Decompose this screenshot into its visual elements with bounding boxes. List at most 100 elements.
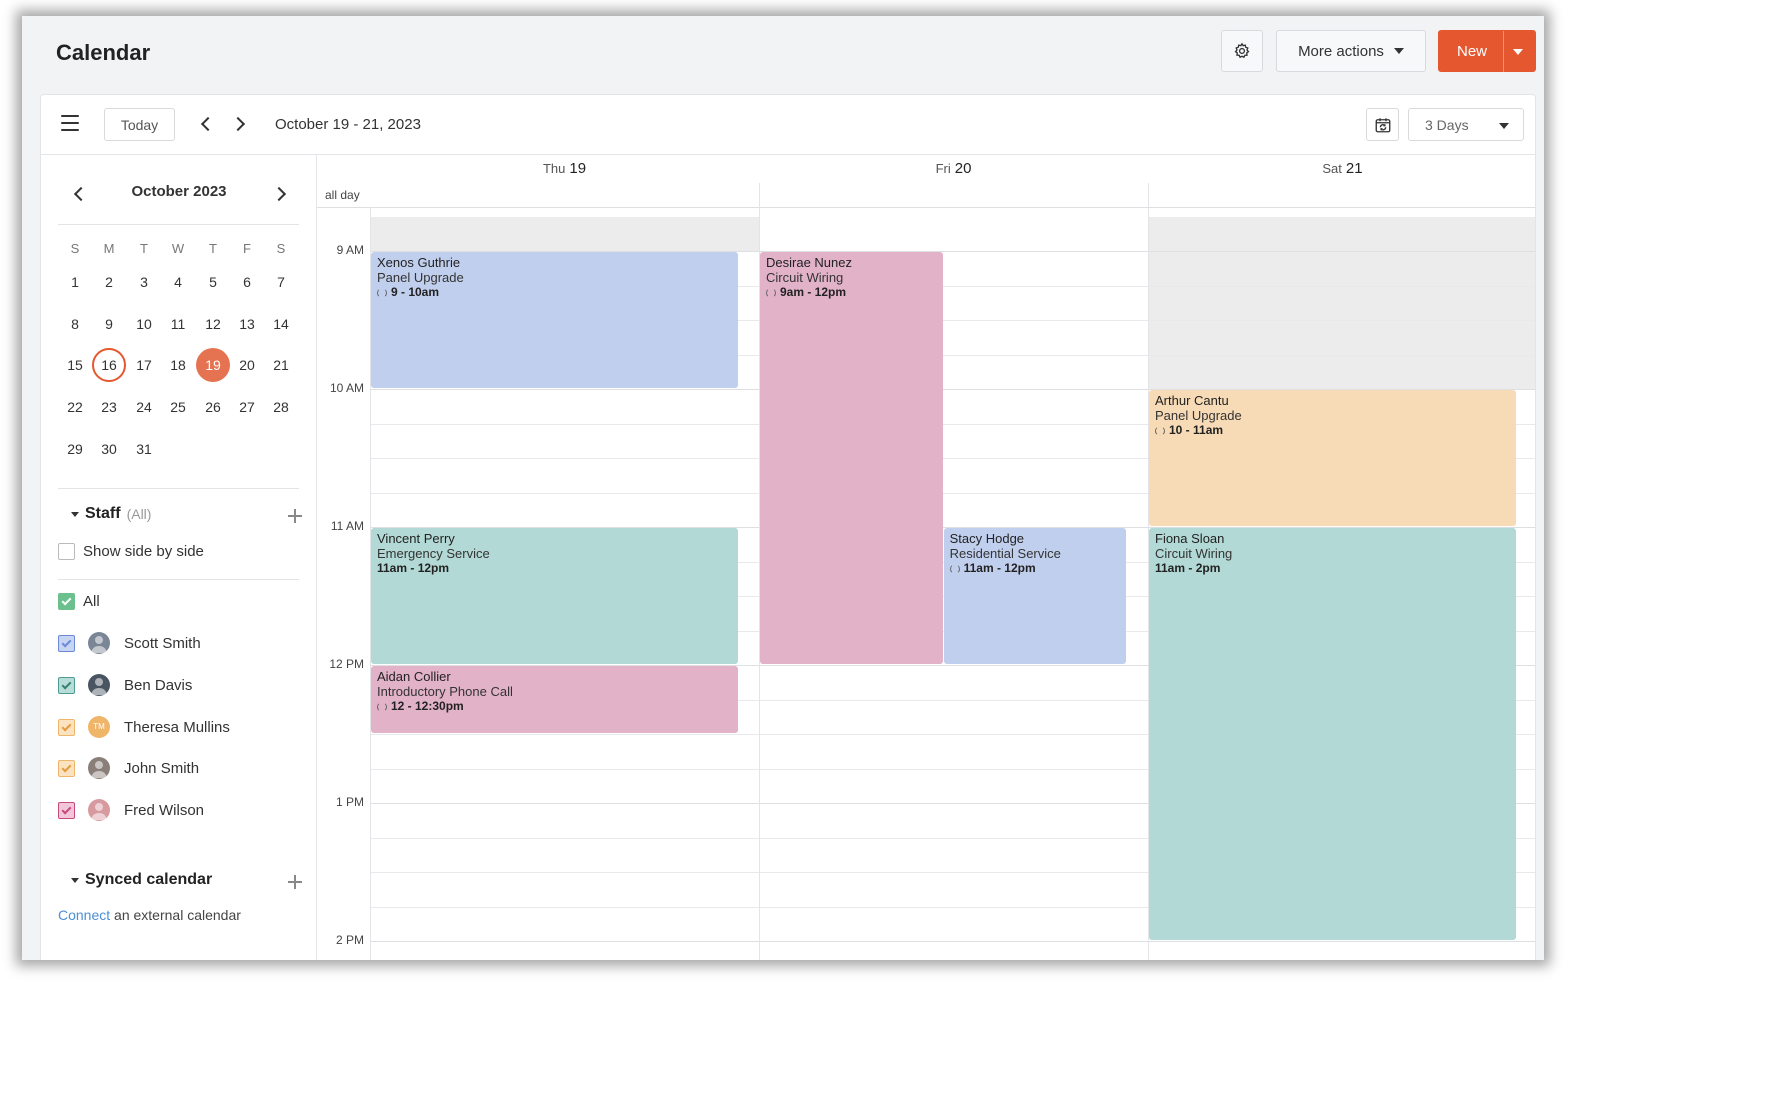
chevron-right-icon[interactable] <box>230 116 246 132</box>
more-actions-button[interactable]: More actions <box>1276 30 1426 72</box>
calendar-event[interactable]: Stacy Hodge Residential Service 11am - 12p… <box>943 528 1127 664</box>
mini-calendar-day[interactable]: 29 <box>58 432 92 466</box>
mini-calendar-day[interactable]: 2 <box>92 265 126 299</box>
mini-calendar-day[interactable]: 31 <box>127 432 161 466</box>
event-service: Residential Service <box>949 546 1061 561</box>
time-label: 12 PM <box>329 657 364 671</box>
all-day-label: all day <box>325 188 360 202</box>
day-header[interactable]: Thu 19 <box>370 160 759 177</box>
weekday-label: T <box>140 241 148 256</box>
day-header-number: 19 <box>569 160 587 177</box>
mini-calendar-day[interactable]: 4 <box>161 265 195 299</box>
staff-checkbox[interactable] <box>58 676 75 694</box>
event-client-name: Fiona Sloan <box>1155 531 1225 546</box>
event-service: Panel Upgrade <box>377 270 464 285</box>
calendar-sync-button[interactable] <box>1366 108 1399 141</box>
calendar-event[interactable]: Arthur Cantu Panel Upgrade 10 - 11am <box>1149 390 1517 526</box>
view-select[interactable]: 3 Days <box>1408 108 1524 141</box>
event-service: Emergency Service <box>377 546 490 561</box>
event-time-text: 9 - 10am <box>391 285 440 299</box>
connect-link[interactable]: Connect <box>58 907 110 923</box>
calendar-event[interactable]: Vincent Perry Emergency Service 11am - 12p… <box>371 528 739 664</box>
weekday-label: F <box>243 241 251 256</box>
mini-calendar-day[interactable]: 26 <box>196 390 230 424</box>
calendar-grid: all day Thu 19 Fri 20 Sat 21 9 AM 10 AM 11 AM 12 … <box>317 155 1535 960</box>
all-staff-checkbox[interactable] <box>58 593 75 610</box>
staff-checkbox[interactable] <box>58 718 75 736</box>
staff-section-title[interactable]: Staff (All) <box>71 505 151 523</box>
app-window: Calendar More actions New Today October … <box>22 16 1544 960</box>
check-icon <box>61 804 72 815</box>
mini-calendar-day[interactable]: 1 <box>58 265 92 299</box>
mini-calendar-day[interactable]: 13 <box>230 307 264 341</box>
calendar-toolbar: Today October 19 - 21, 2023 3 Days <box>41 95 1535 155</box>
divider <box>58 224 299 225</box>
event-time: 10 - 11am <box>1155 423 1510 438</box>
add-synced-calendar-icon[interactable] <box>288 875 302 889</box>
new-button[interactable]: New <box>1438 30 1536 73</box>
mini-calendar-day[interactable]: 17 <box>127 348 161 382</box>
synced-title: Synced calendar <box>85 871 213 888</box>
mini-calendar-day[interactable]: 27 <box>230 390 264 424</box>
mini-calendar-day[interactable]: 7 <box>264 265 298 299</box>
mini-calendar-day[interactable]: 6 <box>230 265 264 299</box>
event-time-text: 11am - 12pm <box>377 561 450 575</box>
mini-calendar-day[interactable]: 28 <box>264 390 298 424</box>
calendar-event[interactable]: Xenos Guthrie Panel Upgrade 9 - 10am <box>371 252 739 388</box>
settings-button[interactable] <box>1221 30 1263 72</box>
mini-calendar-day[interactable]: 11 <box>161 307 195 341</box>
mini-calendar-day[interactable]: 14 <box>264 307 298 341</box>
mini-calendar-day[interactable]: 21 <box>264 348 298 382</box>
recurring-icon <box>766 287 776 298</box>
today-button[interactable]: Today <box>104 108 175 141</box>
staff-name: Ben Davis <box>124 676 193 694</box>
day-header[interactable]: Fri 20 <box>759 160 1148 177</box>
time-slot-line <box>370 941 1535 942</box>
calendar-event[interactable]: Fiona Sloan Circuit Wiring 11am - 2pm <box>1149 528 1517 940</box>
weekday-label: S <box>276 241 286 256</box>
calendar-event[interactable]: Desirae Nunez Circuit Wiring 9am - 12pm <box>760 252 943 664</box>
mini-calendar-day[interactable]: 22 <box>58 390 92 424</box>
add-staff-icon[interactable] <box>288 509 302 523</box>
caret-down-icon[interactable] <box>1513 49 1523 55</box>
day-header-number: 20 <box>954 160 972 177</box>
calendar-event[interactable]: Aidan Collier Introductory Phone Call 12 -… <box>371 666 739 733</box>
mini-calendar-day[interactable]: 20 <box>230 348 264 382</box>
menu-icon[interactable] <box>61 115 79 131</box>
day-header[interactable]: Sat 21 <box>1148 160 1535 177</box>
staff-name: John Smith <box>124 760 200 778</box>
staff-name: Fred Wilson <box>124 802 205 820</box>
mini-calendar-day[interactable]: 15 <box>58 348 92 382</box>
day-header-weekday: Sat <box>1322 161 1342 176</box>
staff-checkbox[interactable] <box>58 635 75 652</box>
mini-calendar-day[interactable]: 23 <box>92 390 126 424</box>
staff-checkbox[interactable] <box>58 760 75 778</box>
mini-calendar-day[interactable]: 24 <box>127 390 161 424</box>
mini-calendar-day[interactable]: 10 <box>127 307 161 341</box>
synced-section-title[interactable]: Synced calendar <box>71 871 212 889</box>
weekday-label: W <box>171 241 185 256</box>
mini-calendar-day[interactable]: 9 <box>92 307 126 341</box>
mini-calendar-day[interactable]: 8 <box>58 307 92 341</box>
caret-down-icon <box>71 511 79 517</box>
staff-checkbox[interactable] <box>58 802 75 820</box>
time-label: 11 AM <box>330 519 364 533</box>
mini-calendar-day[interactable]: 12 <box>196 307 230 341</box>
event-time-text: 10 - 11am <box>1169 423 1224 437</box>
weekday-label: T <box>209 241 217 256</box>
recurring-icon <box>377 701 387 712</box>
time-label: 1 PM <box>335 795 364 809</box>
weekday-label: M <box>103 241 115 256</box>
calendar-sync-icon <box>1375 117 1390 132</box>
mini-calendar-day[interactable]: 16 <box>92 348 126 383</box>
chevron-left-icon[interactable] <box>200 116 216 132</box>
mini-calendar-day[interactable]: 3 <box>127 265 161 299</box>
mini-calendar-day[interactable]: 5 <box>196 265 230 299</box>
mini-calendar-day[interactable]: 25 <box>161 390 195 424</box>
show-side-by-side-checkbox[interactable] <box>58 543 75 560</box>
mini-calendar-day[interactable]: 18 <box>161 348 195 382</box>
time-label: 9 AM <box>336 243 364 257</box>
mini-calendar-day[interactable]: 19 <box>196 348 230 383</box>
more-actions-label: More actions <box>1298 42 1384 60</box>
mini-calendar-day[interactable]: 30 <box>92 432 126 466</box>
